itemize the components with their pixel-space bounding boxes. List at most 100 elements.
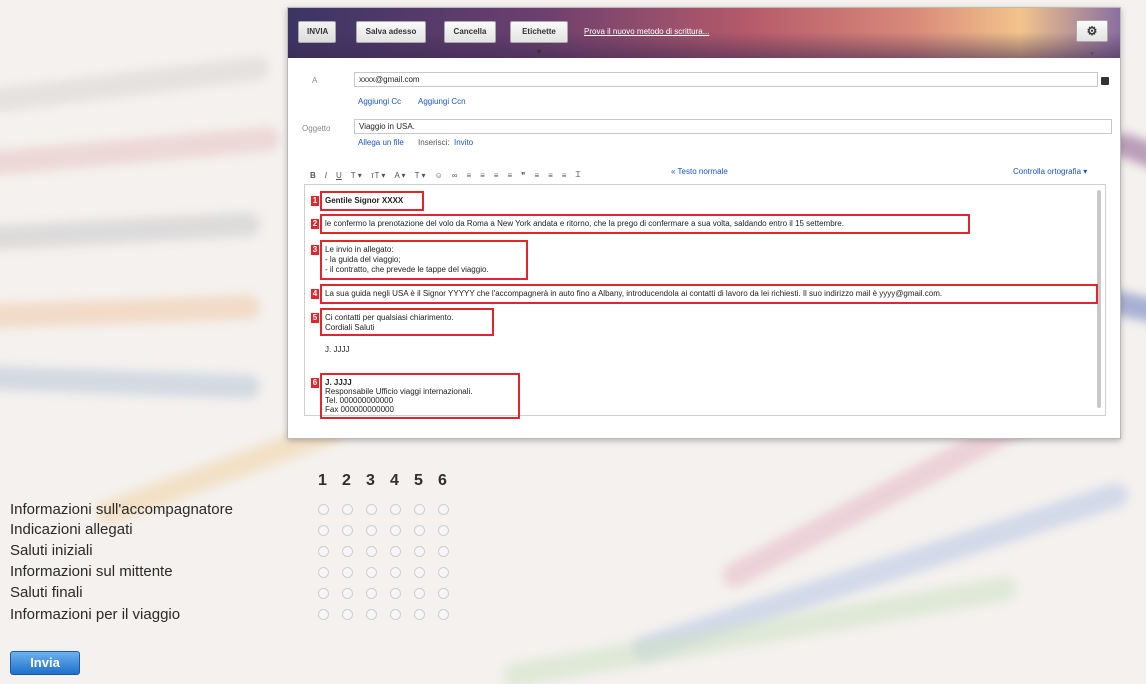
- submit-button[interactable]: Invia: [10, 651, 80, 675]
- add-bcc-link[interactable]: Aggiungi Ccn: [418, 97, 466, 106]
- radio-option[interactable]: [390, 525, 414, 539]
- confirmation-text: le confermo la prenotazione del volo da …: [325, 219, 844, 228]
- greeting-text: Gentile Signor XXXX: [325, 196, 404, 205]
- radio-row: [318, 609, 462, 623]
- subject-field[interactable]: Viaggio in USA.: [354, 119, 1112, 134]
- remove-formatting-icon[interactable]: Ꮖ: [575, 170, 580, 180]
- radio-option[interactable]: [414, 504, 438, 518]
- row-label: Saluti iniziali: [10, 542, 93, 559]
- indent-less-icon[interactable]: ≡: [494, 171, 499, 180]
- align-center-icon[interactable]: ≡: [548, 171, 553, 180]
- highlight-color-icon[interactable]: T ▾: [415, 171, 426, 180]
- radio-option[interactable]: [414, 588, 438, 602]
- guide-info-text: La sua guida negli USA è il Signor YYYYY…: [325, 289, 943, 298]
- radio-option[interactable]: [438, 525, 462, 539]
- align-right-icon[interactable]: ≡: [562, 171, 567, 180]
- spell-check-link[interactable]: Controlla ortografia ▾: [1013, 167, 1087, 176]
- labels-dropdown[interactable]: Etichette ▾: [510, 21, 568, 56]
- radio-row: [318, 567, 462, 581]
- column-headers: 1 2 3 4 5 6: [318, 472, 462, 490]
- contacts-icon[interactable]: [1101, 77, 1109, 85]
- indent-more-icon[interactable]: ≡: [507, 171, 512, 180]
- radio-option[interactable]: [342, 546, 366, 560]
- attachments-line-1: Le invio in allegato:: [325, 245, 394, 254]
- radio-option[interactable]: [366, 588, 390, 602]
- settings-button[interactable]: ⚙ ▾: [1076, 20, 1108, 58]
- closing-line-1: Ci contatti per qualsiasi chiarimento.: [325, 313, 454, 322]
- radio-row: [318, 504, 462, 518]
- radio-option[interactable]: [438, 504, 462, 518]
- to-field[interactable]: xxxx@gmail.com: [354, 72, 1098, 87]
- column-header: 2: [342, 472, 351, 489]
- radio-row: [318, 546, 462, 560]
- radio-row: [318, 588, 462, 602]
- radio-option[interactable]: [318, 525, 342, 539]
- email-compose-window: INVIA Salva adesso Cancella Etichette ▾ …: [287, 7, 1121, 439]
- radio-option[interactable]: [414, 609, 438, 623]
- new-compose-promo-link[interactable]: Prova il nuovo metodo di scrittura...: [584, 27, 709, 36]
- underline-icon[interactable]: U: [336, 171, 342, 180]
- radio-option[interactable]: [414, 525, 438, 539]
- save-now-button[interactable]: Salva adesso: [356, 21, 426, 43]
- radio-option[interactable]: [390, 567, 414, 581]
- radio-option[interactable]: [438, 588, 462, 602]
- message-body[interactable]: 1 Gentile Signor XXXX 2 le confermo la p…: [304, 184, 1106, 419]
- font-size-icon[interactable]: тT ▾: [371, 171, 386, 180]
- radio-option[interactable]: [318, 546, 342, 560]
- plain-text-link[interactable]: « Testo normale: [671, 167, 728, 176]
- marker-4: 4: [311, 289, 319, 299]
- sign-name-text: J. JJJJ: [325, 345, 350, 354]
- add-cc-link[interactable]: Aggiungi Cc: [358, 97, 401, 106]
- radio-option[interactable]: [342, 567, 366, 581]
- radio-option[interactable]: [318, 609, 342, 623]
- column-header: 1: [318, 472, 327, 489]
- chevron-down-icon: ▾: [1090, 51, 1094, 58]
- radio-option[interactable]: [438, 546, 462, 560]
- closing-line-2: Cordiali Saluti: [325, 323, 375, 332]
- radio-option[interactable]: [414, 546, 438, 560]
- font-icon[interactable]: T ▾: [351, 171, 362, 180]
- radio-option[interactable]: [366, 567, 390, 581]
- radio-option[interactable]: [390, 504, 414, 518]
- column-header: 6: [438, 472, 447, 489]
- bulleted-list-icon[interactable]: ≡: [480, 171, 485, 180]
- link-icon[interactable]: ∞: [452, 171, 458, 180]
- attach-file-link[interactable]: Allega un file: [358, 138, 404, 147]
- radio-option[interactable]: [318, 504, 342, 518]
- radio-option[interactable]: [318, 588, 342, 602]
- radio-option[interactable]: [414, 567, 438, 581]
- radio-option[interactable]: [390, 588, 414, 602]
- emoticon-icon[interactable]: ☺: [435, 171, 443, 180]
- insert-invite-link[interactable]: Invito: [454, 138, 473, 147]
- formatting-toolbar: B I U T ▾ тT ▾ A ▾ T ▾ ☺ ∞ ≡ ≡ ≡ ≡ ❞ ≡ ≡…: [310, 169, 581, 181]
- radio-option[interactable]: [390, 546, 414, 560]
- row-label: Informazioni per il viaggio: [10, 606, 181, 623]
- row-label: Informazioni sul mittente: [10, 563, 173, 580]
- italic-icon[interactable]: I: [325, 171, 327, 180]
- radio-option[interactable]: [366, 546, 390, 560]
- radio-option[interactable]: [318, 567, 342, 581]
- radio-option[interactable]: [366, 609, 390, 623]
- send-button[interactable]: INVIA: [298, 21, 336, 43]
- quote-icon[interactable]: ❞: [521, 171, 525, 180]
- column-header: 5: [414, 472, 423, 489]
- radio-option[interactable]: [366, 525, 390, 539]
- numbered-list-icon[interactable]: ≡: [466, 171, 471, 180]
- radio-option[interactable]: [342, 609, 366, 623]
- radio-option[interactable]: [366, 504, 390, 518]
- radio-option[interactable]: [390, 609, 414, 623]
- radio-option[interactable]: [438, 609, 462, 623]
- radio-option[interactable]: [342, 588, 366, 602]
- compose-toolbar: INVIA Salva adesso Cancella Etichette ▾ …: [288, 8, 1120, 58]
- discard-button[interactable]: Cancella: [444, 21, 496, 43]
- align-left-icon[interactable]: ≡: [534, 171, 539, 180]
- radio-option[interactable]: [342, 525, 366, 539]
- row-label: Indicazioni allegati: [10, 521, 133, 538]
- bold-icon[interactable]: B: [310, 171, 316, 180]
- attachments-line-2: - la guida del viaggio;: [325, 255, 401, 264]
- insert-label: Inserisci:: [418, 138, 450, 147]
- text-color-icon[interactable]: A ▾: [394, 171, 405, 180]
- radio-option[interactable]: [342, 504, 366, 518]
- column-header: 4: [390, 472, 399, 489]
- radio-option[interactable]: [438, 567, 462, 581]
